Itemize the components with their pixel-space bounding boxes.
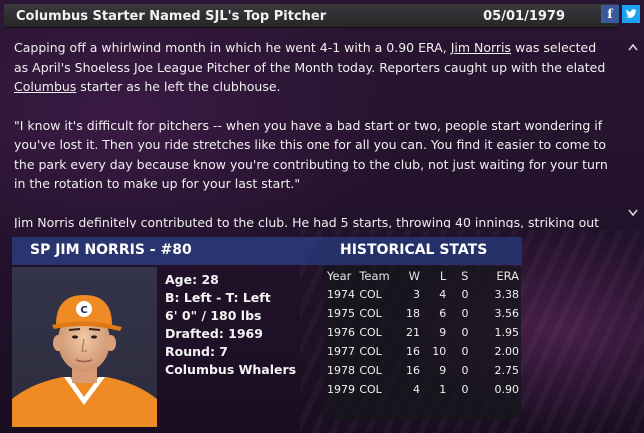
- player-height-weight: 6' 0" / 180 lbs: [165, 308, 262, 323]
- article-title-bar: Columbus Starter Named SJL's Top Pitcher…: [4, 4, 618, 28]
- article-paragraph-3: Jim Norris definitely contributed to the…: [14, 214, 600, 229]
- historical-stats-title: HISTORICAL STATS: [340, 242, 488, 258]
- cell-year: 1976: [327, 326, 355, 339]
- stats-header-row: Year Team W L S ERA: [325, 266, 521, 285]
- player-name-header[interactable]: SP JIM NORRIS - #80: [30, 242, 192, 258]
- article-headline: Columbus Starter Named SJL's Top Pitcher: [16, 9, 327, 24]
- cell-team: COL: [359, 326, 382, 339]
- column-header-l: L: [439, 268, 447, 283]
- cell-team: COL: [359, 307, 382, 320]
- cell-s: 0: [461, 307, 469, 320]
- cell-w: 18: [405, 307, 420, 320]
- article-body: Capping off a whirlwind month in which h…: [14, 38, 614, 228]
- table-row: 1976 COL 21 9 0 1.95: [325, 323, 521, 342]
- table-row: 1974 COL 3 4 0 3.38: [325, 285, 521, 304]
- cell-year: 1975: [327, 307, 355, 320]
- cell-year: 1978: [327, 364, 355, 377]
- cell-era: 3.56: [494, 307, 520, 320]
- chevron-down-icon: [628, 209, 638, 217]
- column-header-s: S: [461, 268, 469, 283]
- scroll-down-icon[interactable]: [628, 206, 638, 220]
- player-link[interactable]: Jim Norris: [451, 40, 511, 55]
- scroll-up-icon[interactable]: [628, 40, 638, 54]
- article-text: Capping off a whirlwind month in which h…: [14, 40, 451, 55]
- article-paragraph-1: Capping off a whirlwind month in which h…: [14, 38, 614, 97]
- cell-w: 21: [405, 326, 420, 339]
- cell-l: 4: [439, 288, 447, 301]
- article-date: 05/01/1979: [483, 9, 565, 24]
- cell-era: 0.90: [494, 383, 520, 396]
- team-link[interactable]: Columbus: [14, 79, 76, 94]
- cell-l: 9: [439, 364, 447, 377]
- column-header-year: Year: [327, 268, 352, 283]
- cell-l: 6: [439, 307, 447, 320]
- chevron-up-icon: [628, 43, 638, 51]
- cell-s: 0: [461, 364, 469, 377]
- svg-text:C: C: [80, 305, 87, 316]
- historical-stats-table: Year Team W L S ERA 1974 COL 3 4 0 3.38 …: [325, 266, 521, 399]
- cell-era: 2.00: [494, 345, 520, 358]
- cell-w: 3: [412, 288, 420, 301]
- player-drafted: Drafted: 1969: [165, 326, 263, 341]
- article-paragraph-2: "I know it's difficult for pitchers -- w…: [14, 117, 608, 192]
- player-photo: C: [12, 267, 157, 427]
- cell-era: 3.38: [494, 288, 520, 301]
- cell-s: 0: [461, 326, 469, 339]
- cell-s: 0: [461, 383, 469, 396]
- table-row: 1977 COL 16 10 0 2.00: [325, 342, 521, 361]
- column-header-w: W: [408, 268, 420, 283]
- table-row: 1975 COL 18 6 0 3.56: [325, 304, 521, 323]
- cell-w: 4: [412, 383, 420, 396]
- player-age: Age: 28: [165, 272, 219, 287]
- column-header-era: ERA: [496, 268, 519, 283]
- cell-s: 0: [461, 345, 469, 358]
- cell-year: 1979: [327, 383, 355, 396]
- cell-team: COL: [359, 288, 382, 301]
- player-draft-round: Round: 7: [165, 344, 229, 359]
- cell-year: 1974: [327, 288, 355, 301]
- cell-l: 1: [439, 383, 447, 396]
- cell-s: 0: [461, 288, 469, 301]
- table-row: 1978 COL 16 9 0 2.75: [325, 361, 521, 380]
- cell-era: 1.95: [494, 326, 520, 339]
- cell-w: 16: [405, 364, 420, 377]
- twitter-share-icon[interactable]: [622, 5, 640, 23]
- cell-l: 10: [432, 345, 447, 358]
- cell-team: COL: [359, 364, 382, 377]
- cell-l: 9: [439, 326, 447, 339]
- player-bio: Age: 28 B: Left - T: Left 6' 0" / 180 lb…: [165, 271, 296, 379]
- cell-year: 1977: [327, 345, 355, 358]
- table-row: 1979 COL 4 1 0 0.90: [325, 380, 521, 399]
- player-portrait-image: C: [12, 295, 157, 427]
- article-text: starter as he left the clubhouse.: [76, 79, 281, 94]
- facebook-share-icon[interactable]: f: [601, 5, 619, 23]
- cell-team: COL: [359, 345, 382, 358]
- player-team: Columbus Whalers: [165, 362, 297, 377]
- twitter-bird-icon: [625, 9, 637, 18]
- player-bats-throws: B: Left - T: Left: [165, 290, 271, 305]
- column-header-team: Team: [359, 268, 390, 283]
- cell-era: 2.75: [494, 364, 520, 377]
- cell-team: COL: [359, 383, 382, 396]
- cell-w: 16: [405, 345, 420, 358]
